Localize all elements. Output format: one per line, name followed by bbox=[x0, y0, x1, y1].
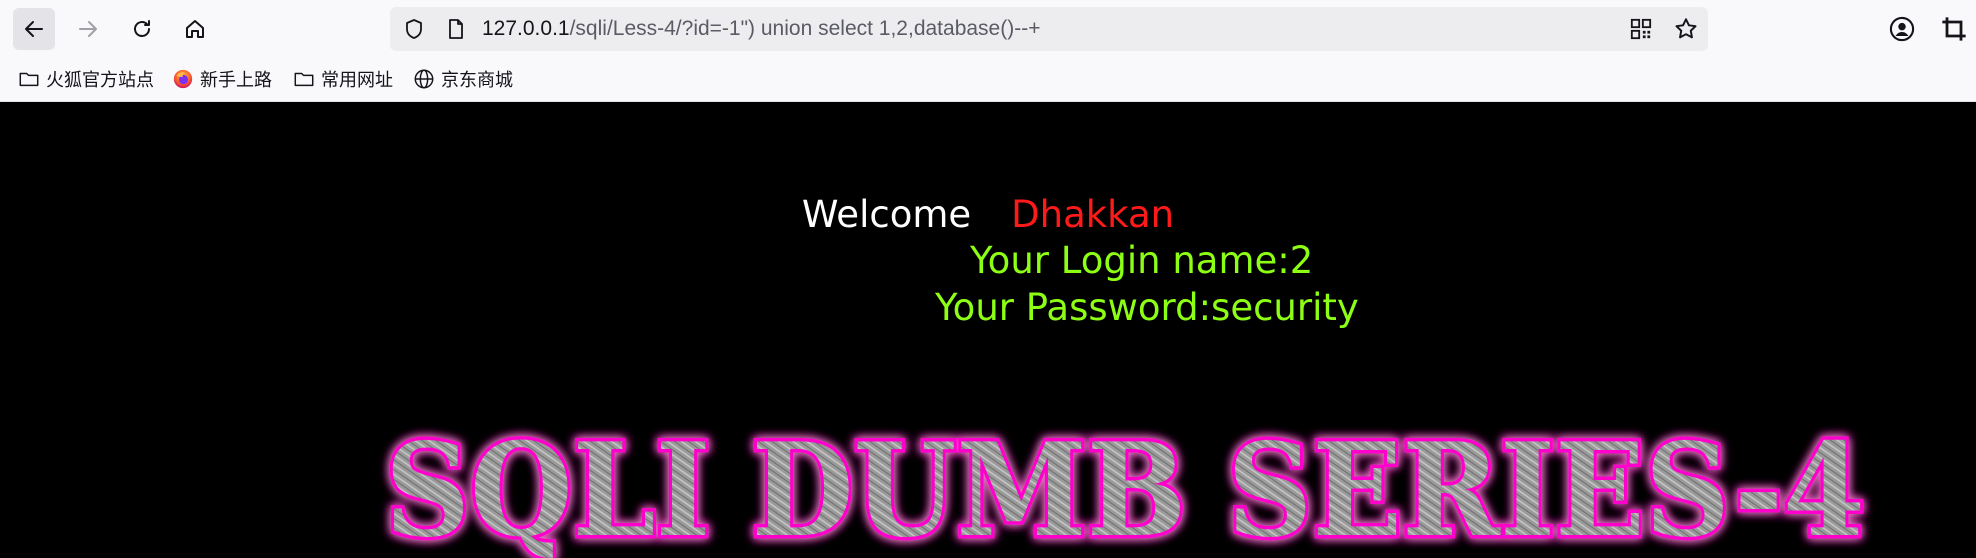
home-button[interactable] bbox=[174, 8, 216, 50]
bookmark-label: 火狐官方站点 bbox=[46, 70, 154, 91]
arrow-right-icon bbox=[79, 21, 97, 37]
browser-toolbar: 127.0.0.1/sqli/Less-4/?id=-1") union sel… bbox=[0, 0, 1976, 58]
bookmark-label: 京东商城 bbox=[441, 70, 513, 91]
user-name: Dhakkan bbox=[1011, 193, 1175, 236]
url-path: /sqli/Less-4/?id=-1") union select 1,2,d… bbox=[569, 17, 1041, 40]
globe-icon bbox=[414, 69, 434, 89]
welcome-text: Welcome bbox=[801, 193, 972, 236]
bookmark-label: 常用网址 bbox=[321, 70, 393, 91]
bookmark-item[interactable]: 京东商城 bbox=[413, 58, 513, 100]
banner-text: SQLI DUMB SERIES-4 bbox=[385, 416, 1865, 558]
back-button[interactable] bbox=[13, 8, 55, 50]
crop-icon[interactable] bbox=[1940, 15, 1968, 43]
banner-graphic: SQLI DUMB SERIES-4 bbox=[382, 413, 1869, 558]
password-text: Your Password:security bbox=[935, 286, 1359, 329]
url-bar[interactable]: 127.0.0.1/sqli/Less-4/?id=-1") union sel… bbox=[390, 7, 1708, 51]
bookmarks-bar: 火狐官方站点 新手上路 常用网址 京东商城 bbox=[0, 58, 1976, 102]
bookmark-item[interactable]: 新手上路 bbox=[172, 58, 272, 100]
bookmark-item[interactable]: 火狐官方站点 bbox=[18, 58, 154, 100]
qr-code-icon[interactable] bbox=[1630, 18, 1652, 40]
welcome-line: Welcome Dhakkan bbox=[0, 192, 1976, 238]
bookmark-label: 新手上路 bbox=[200, 70, 272, 91]
forward-button[interactable] bbox=[67, 8, 109, 50]
reload-button[interactable] bbox=[121, 8, 163, 50]
url-host: 127.0.0.1 bbox=[482, 17, 570, 40]
folder-icon bbox=[19, 72, 39, 87]
shield-icon[interactable] bbox=[402, 17, 426, 41]
url-text[interactable]: 127.0.0.1/sqli/Less-4/?id=-1") union sel… bbox=[482, 7, 1040, 51]
login-name-text: Your Login name:2 bbox=[970, 239, 1314, 282]
bookmark-item[interactable]: 常用网址 bbox=[293, 58, 393, 100]
account-icon[interactable] bbox=[1888, 15, 1916, 43]
arrow-left-icon bbox=[25, 21, 43, 37]
sqli-banner: SQLI DUMB SERIES-4 bbox=[382, 413, 1885, 558]
home-icon bbox=[186, 20, 204, 38]
reload-icon bbox=[134, 20, 150, 37]
firefox-icon bbox=[173, 69, 193, 89]
page-content: Welcome Dhakkan Your Login name:2 Your Pa… bbox=[0, 102, 1976, 558]
page-icon[interactable] bbox=[444, 17, 468, 41]
star-icon[interactable] bbox=[1673, 16, 1699, 42]
folder-icon bbox=[294, 72, 314, 87]
